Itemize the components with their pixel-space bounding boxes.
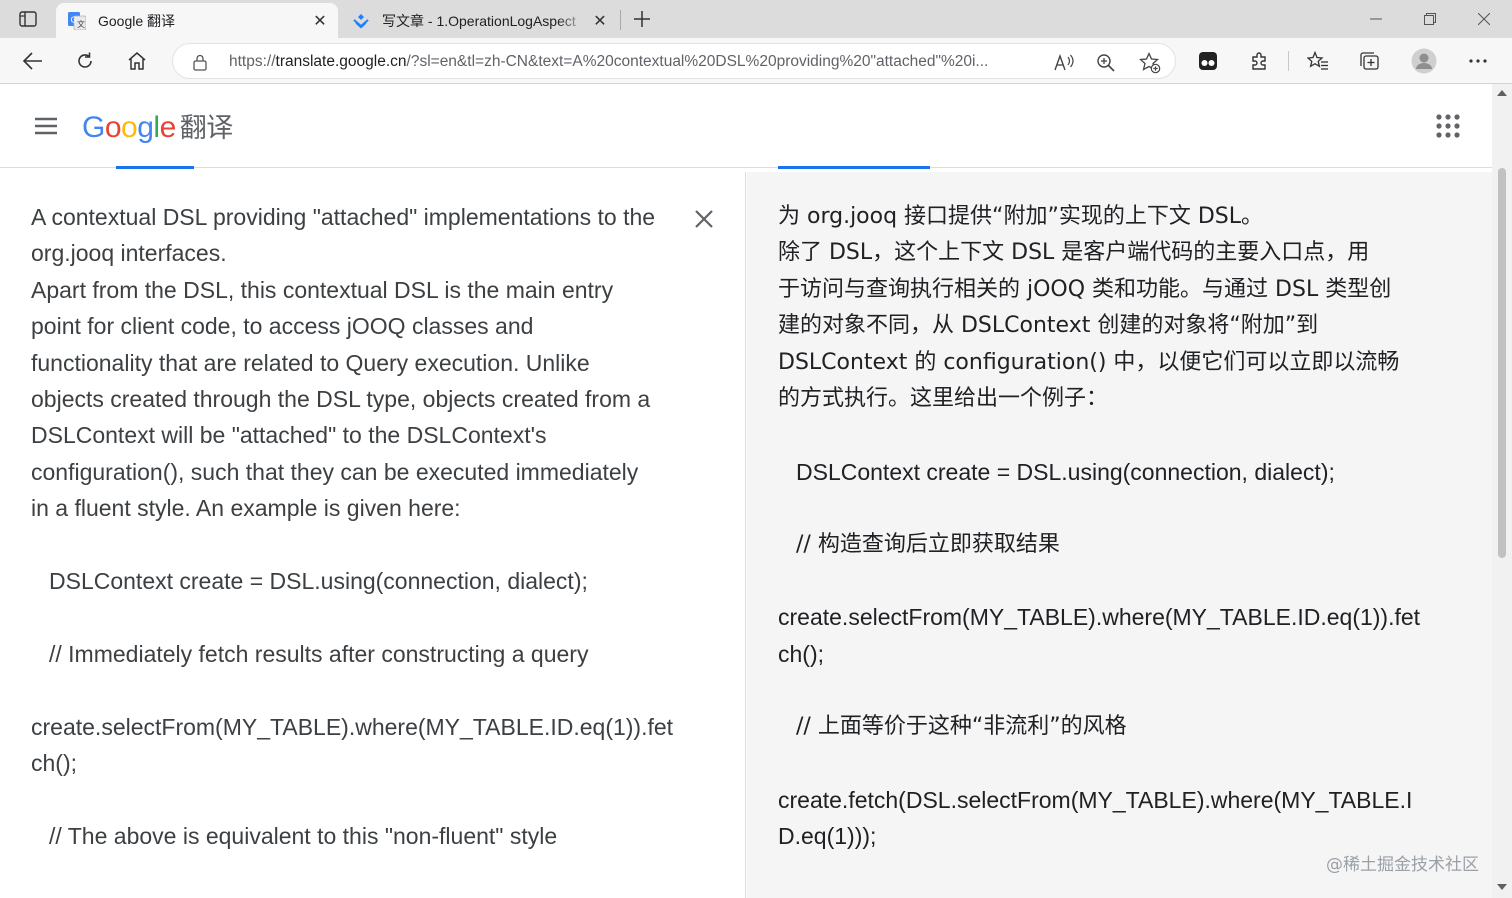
translation-panel: 为 org.jooq 接口提供“附加”实现的上下文 DSL。 除了 DSL，这个… [747, 172, 1492, 898]
tab-close-icon[interactable]: ✕ [308, 9, 332, 33]
service-name: 翻译 [179, 113, 234, 144]
google-translate-logo[interactable]: Google 翻译 [82, 106, 233, 145]
refresh-icon[interactable] [69, 45, 101, 77]
back-icon[interactable] [17, 45, 49, 77]
favorites-icon[interactable] [1302, 45, 1334, 77]
browser-toolbar: https://translate.google.cn/?sl=en&tl=zh… [0, 38, 1512, 84]
close-window-icon[interactable] [1462, 4, 1506, 34]
toolbar-separator [1288, 51, 1289, 71]
address-url[interactable]: https://translate.google.cn/?sl=en&tl=zh… [229, 53, 1049, 71]
browser-tab-strip: G文 Google 翻译 ✕ 写文章 - 1.OperationLogAspec… [0, 0, 1512, 38]
collections-icon[interactable] [1354, 45, 1386, 77]
read-aloud-icon[interactable] [1051, 50, 1077, 76]
page-scrollbar[interactable] [1492, 84, 1512, 898]
source-text[interactable]: A contextual DSL providing "attached" im… [31, 199, 681, 854]
extensions-icon[interactable] [1244, 45, 1276, 77]
main-menu-icon[interactable] [32, 114, 60, 138]
tab-actions-icon[interactable] [12, 8, 44, 30]
tab-title: Google 翻译 [98, 12, 176, 29]
translated-text: 为 org.jooq 接口提供“附加”实现的上下文 DSL。 除了 DSL，这个… [778, 204, 1421, 849]
restore-icon[interactable] [1408, 4, 1452, 34]
google-apps-icon[interactable] [1434, 112, 1462, 140]
zoom-icon[interactable] [1093, 50, 1119, 76]
tab-juejin-editor[interactable]: 写文章 - 1.OperationLogAspect ✕ [340, 3, 618, 38]
tab-separator [620, 10, 621, 30]
scroll-up-arrow-icon[interactable] [1497, 90, 1507, 96]
profile-avatar-icon[interactable] [1408, 45, 1440, 77]
svg-text:文: 文 [77, 19, 85, 29]
clear-source-icon[interactable] [690, 205, 718, 233]
translate-header: Google 翻译 [0, 84, 1492, 168]
source-text-panel[interactable]: A contextual DSL providing "attached" im… [0, 172, 746, 898]
extension-tampermonkey-icon[interactable] [1192, 45, 1224, 77]
google-translate-favicon-icon: G文 [68, 11, 86, 30]
target-language-active-indicator [778, 166, 930, 169]
tab-close-icon[interactable]: ✕ [588, 9, 612, 33]
add-favorite-icon[interactable] [1137, 50, 1163, 76]
more-menu-icon[interactable] [1462, 45, 1494, 77]
juejin-favicon-icon [352, 12, 370, 30]
juejin-watermark: @稀土掘金技术社区 [1326, 855, 1479, 875]
source-language-active-indicator [116, 166, 194, 169]
new-tab-icon[interactable] [628, 6, 656, 32]
address-bar[interactable]: https://translate.google.cn/?sl=en&tl=zh… [172, 43, 1176, 79]
tab-title: 写文章 - 1.OperationLogAspect [382, 12, 576, 29]
scroll-thumb[interactable] [1498, 168, 1506, 558]
tab-google-translate[interactable]: G文 Google 翻译 ✕ [56, 3, 338, 38]
scroll-down-arrow-icon[interactable] [1497, 884, 1507, 890]
svg-text:G: G [71, 15, 77, 24]
minimize-icon[interactable] [1354, 4, 1398, 34]
home-icon[interactable] [121, 45, 153, 77]
lock-icon[interactable] [191, 53, 209, 71]
